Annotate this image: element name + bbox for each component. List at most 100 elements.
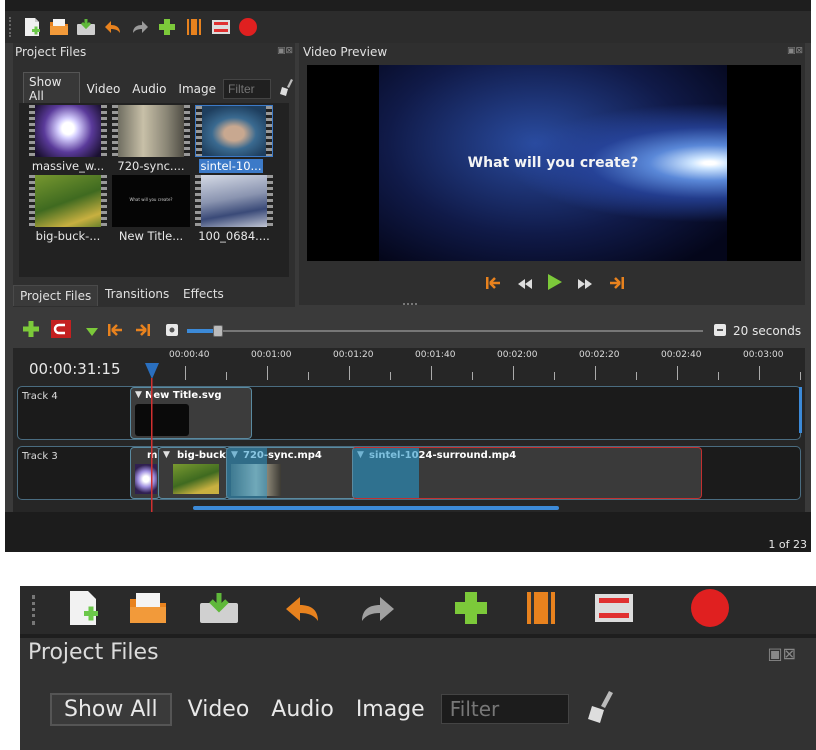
rewind-icon[interactable] — [517, 275, 533, 294]
window-title-strip — [5, 0, 811, 11]
undo-icon[interactable] — [102, 16, 124, 38]
profile-icon[interactable] — [526, 591, 556, 629]
zoom-filter-bar: Show All Video Audio Image Filter — [50, 690, 617, 728]
jump-start-icon[interactable] — [485, 275, 503, 294]
filter-video[interactable]: Video — [82, 80, 126, 98]
track-4[interactable]: Track 4 ▼ New Title.svg — [17, 386, 802, 440]
file-thumb-720-sync[interactable] — [112, 105, 190, 157]
filter-image[interactable]: Image — [173, 80, 221, 98]
toolbar-grip[interactable] — [32, 595, 38, 625]
playback-controls — [485, 273, 625, 295]
project-files-title: Project Files — [15, 45, 87, 59]
import-files-icon[interactable] — [454, 591, 488, 629]
fullscreen-icon[interactable] — [594, 593, 634, 627]
playhead[interactable] — [144, 362, 160, 512]
clear-filter-broom-icon[interactable] — [587, 690, 617, 728]
zoom-slider-handle[interactable] — [212, 325, 223, 337]
new-project-icon[interactable] — [66, 589, 100, 631]
zoom-project-files-title: Project Files — [28, 640, 159, 665]
save-project-icon[interactable] — [75, 16, 97, 38]
window-bottom — [5, 512, 811, 552]
clear-filter-broom-icon[interactable] — [279, 78, 295, 100]
toolbar-grip[interactable] — [9, 17, 13, 37]
main-toolbar — [5, 11, 811, 43]
zoom-slider[interactable] — [187, 324, 703, 338]
redo-icon[interactable] — [358, 593, 396, 627]
ruler-label: 00:02:20 — [579, 350, 620, 360]
snapping-magnet-icon[interactable] — [51, 320, 71, 342]
video-preview-title: Video Preview — [303, 45, 388, 59]
profile-icon[interactable] — [183, 16, 205, 38]
add-marker-icon[interactable] — [85, 322, 99, 341]
clip-title: big-buck- — [177, 450, 228, 461]
filter-bar: Show All Video Audio Image — [23, 72, 295, 106]
filter-input[interactable]: Filter — [440, 694, 569, 724]
file-label: 720-sync.... — [117, 159, 185, 173]
file-thumb-100-0684[interactable] — [195, 175, 273, 227]
project-files-dock: Project Files ▣⊠ Show All Video Audio Im… — [13, 43, 295, 283]
clip-big-buck[interactable]: ▼ big-buck- — [158, 447, 228, 499]
filter-video[interactable]: Video — [182, 695, 256, 724]
zoomed-detail: Project Files ▣⊠ Show All Video Audio Im… — [20, 586, 816, 750]
openshot-window: Project Files ▣⊠ Show All Video Audio Im… — [5, 0, 811, 552]
next-marker-icon[interactable] — [133, 322, 151, 341]
clip-menu-icon[interactable]: ▼ — [163, 450, 170, 460]
timeline-scrollbar[interactable] — [193, 506, 559, 510]
transition-overlay[interactable] — [227, 448, 267, 498]
clip-720-sync[interactable]: ▼ 720-sync.mp4 — [226, 447, 358, 499]
filter-input[interactable] — [223, 79, 271, 99]
new-project-icon[interactable] — [21, 16, 43, 38]
ruler-label: 00:01:20 — [333, 350, 374, 360]
file-thumb-new-title[interactable]: What will you create? — [112, 175, 190, 227]
filter-audio[interactable]: Audio — [265, 695, 340, 724]
splitter-handle[interactable] — [403, 303, 417, 306]
dock-float-close-icons[interactable]: ▣⊠ — [767, 644, 796, 663]
dock-float-close-icons[interactable]: ▣⊠ — [277, 46, 293, 56]
filter-image[interactable]: Image — [350, 695, 431, 724]
clip-sintel[interactable]: ▼ sintel-1024-surround.mp4 — [352, 447, 702, 499]
fullscreen-icon[interactable] — [210, 16, 232, 38]
export-video-icon[interactable] — [690, 588, 730, 632]
filter-audio[interactable]: Audio — [127, 80, 171, 98]
track-scrollbar[interactable] — [799, 387, 802, 433]
file-thumb-massive[interactable] — [29, 105, 107, 157]
play-icon[interactable] — [547, 273, 563, 295]
import-files-icon[interactable] — [156, 16, 178, 38]
track-3[interactable]: Track 3 m ▼ big-buck- ▼ 720-sync.mp4 ▼ s… — [17, 446, 801, 500]
export-video-icon[interactable] — [237, 16, 259, 38]
filter-show-all[interactable]: Show All — [50, 692, 172, 726]
tab-project-files[interactable]: Project Files — [13, 285, 99, 306]
time-ruler[interactable]: 00:00:40 00:01:00 00:01:20 00:01:40 00:0… — [139, 348, 805, 384]
fast-forward-icon[interactable] — [577, 275, 593, 294]
jump-end-icon[interactable] — [607, 275, 625, 294]
previous-marker-icon[interactable] — [107, 322, 125, 341]
tab-effects[interactable]: Effects — [177, 284, 230, 304]
video-canvas: What will you create? — [307, 65, 801, 261]
clip-thumbnail — [173, 464, 219, 494]
center-on-playhead-icon[interactable] — [165, 322, 179, 341]
track-name: Track 3 — [22, 451, 58, 462]
ruler-label: 00:00:40 — [169, 350, 210, 360]
file-thumb-big-buck[interactable] — [29, 175, 107, 227]
file-label: massive_w... — [31, 159, 105, 173]
open-project-icon[interactable] — [48, 16, 70, 38]
tab-transitions[interactable]: Transitions — [99, 284, 175, 304]
filter-show-all[interactable]: Show All — [23, 72, 80, 106]
save-project-icon[interactable] — [198, 591, 240, 629]
file-label-selected: sintel-10... — [199, 159, 263, 173]
ruler-label: 00:01:00 — [251, 350, 292, 360]
dock-tab-bar: Project Files Transitions Effects — [13, 283, 295, 307]
file-thumb-sintel[interactable] — [195, 105, 273, 157]
file-label: New Title... — [118, 229, 184, 243]
dock-float-close-icons[interactable]: ▣⊠ — [787, 46, 803, 56]
zoom-toolbar — [20, 586, 816, 634]
ruler-label: 00:03:00 — [743, 350, 784, 360]
open-project-icon[interactable] — [128, 591, 168, 629]
redo-icon[interactable] — [129, 16, 151, 38]
add-track-icon[interactable] — [23, 321, 39, 341]
transition-overlay[interactable] — [353, 448, 419, 498]
undo-icon[interactable] — [284, 593, 322, 627]
zoom-slider-track — [187, 330, 703, 332]
clip-menu-icon[interactable]: ▼ — [135, 390, 142, 400]
zoom-divider — [20, 634, 816, 638]
